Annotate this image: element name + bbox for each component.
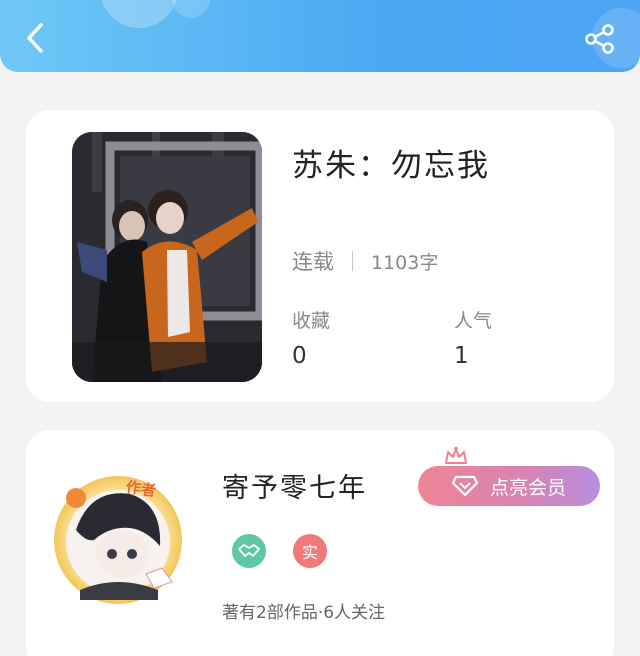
serial-status: 连载 bbox=[292, 250, 334, 274]
book-info-card: 苏朱：勿忘我 连载 1103字 收藏 0 人气 1 bbox=[26, 110, 614, 402]
share-button[interactable] bbox=[580, 20, 620, 58]
author-card: 作者 寄予零七年 点亮会员 实 著有2部作品·6人关注 bbox=[26, 430, 614, 656]
popularity-value: 1 bbox=[454, 343, 469, 369]
favorites-value: 0 bbox=[292, 343, 307, 369]
chevron-left-icon bbox=[27, 23, 43, 53]
handshake-badge[interactable] bbox=[232, 534, 266, 568]
decor-bubble bbox=[100, 0, 178, 28]
book-title: 苏朱：勿忘我 bbox=[292, 148, 490, 184]
author-stats: 著有2部作品·6人关注 bbox=[222, 603, 386, 623]
book-cover-image[interactable] bbox=[72, 132, 262, 382]
favorites-label: 收藏 bbox=[292, 310, 331, 332]
share-icon bbox=[585, 24, 614, 54]
word-count: 1103字 bbox=[371, 251, 439, 274]
popularity-stat: 人气 1 bbox=[454, 306, 492, 369]
favorites-stat: 收藏 0 bbox=[292, 306, 330, 369]
book-meta: 连载 1103字 bbox=[292, 246, 438, 276]
handshake-icon bbox=[238, 544, 260, 557]
author-avatar[interactable]: 作者 bbox=[50, 470, 186, 606]
author-tag: 作者 bbox=[124, 477, 158, 500]
divider bbox=[352, 251, 353, 271]
back-button[interactable] bbox=[18, 18, 52, 58]
top-bar bbox=[0, 0, 640, 72]
crown-icon bbox=[445, 446, 467, 464]
cover-illustration bbox=[72, 132, 262, 382]
author-name: 寄予零七年 bbox=[222, 473, 367, 504]
diamond-icon bbox=[451, 475, 478, 497]
vip-button-label: 点亮会员 bbox=[489, 476, 566, 499]
popularity-label: 人气 bbox=[454, 310, 493, 332]
activate-vip-button[interactable]: 点亮会员 bbox=[418, 466, 600, 506]
avatar-image bbox=[54, 476, 182, 604]
decor-bubble bbox=[172, 0, 210, 18]
real-name-badge[interactable]: 实 bbox=[293, 534, 327, 568]
